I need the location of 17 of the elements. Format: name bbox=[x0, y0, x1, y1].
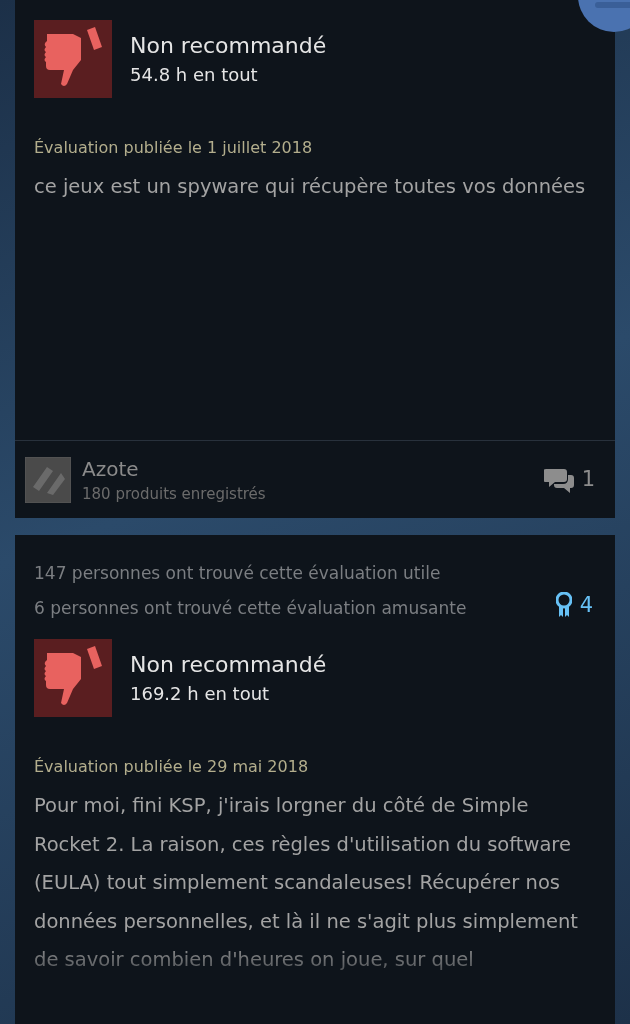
avatar-icon bbox=[25, 456, 71, 503]
review-text: ce jeux est un spyware qui récupère toutes vos données bbox=[34, 174, 587, 200]
review-date: Évaluation publiée le 1 juillet 2018 bbox=[34, 137, 314, 159]
review-verdict: Non recommandé bbox=[130, 32, 327, 60]
helpful-count-text: 6 personnes ont trouvé cette évaluation amusante bbox=[34, 597, 467, 620]
review-verdict: Non recommandé bbox=[130, 651, 327, 679]
playtime-text: 54.8 h en tout bbox=[130, 63, 259, 87]
review-date: Évaluation publiée le 29 mai 2018 bbox=[34, 756, 310, 778]
review-text: Pour moi, fini KSP, j'irais lorgner du côté de Simple Rocket 2. La raison, ces règles d'utilisation du software (EULA) tout simplement scandaleuses! Récupérer nos données personnelles, et là il ne s'agit plus simplement de savoir combien d'heures on joue, sur quel bbox=[34, 793, 579, 973]
products-count: 180 produits enregistrés bbox=[82, 483, 266, 505]
award-icon bbox=[555, 592, 572, 619]
award-count: 4 bbox=[579, 591, 593, 619]
helpful-count-text: 147 personnes ont trouvé cette évaluation utile bbox=[34, 562, 442, 585]
comments-count: 1 bbox=[581, 465, 595, 493]
playtime-text: 169.2 h en tout bbox=[130, 682, 271, 706]
author-name: Azote bbox=[82, 455, 140, 483]
comments-icon bbox=[543, 466, 574, 493]
